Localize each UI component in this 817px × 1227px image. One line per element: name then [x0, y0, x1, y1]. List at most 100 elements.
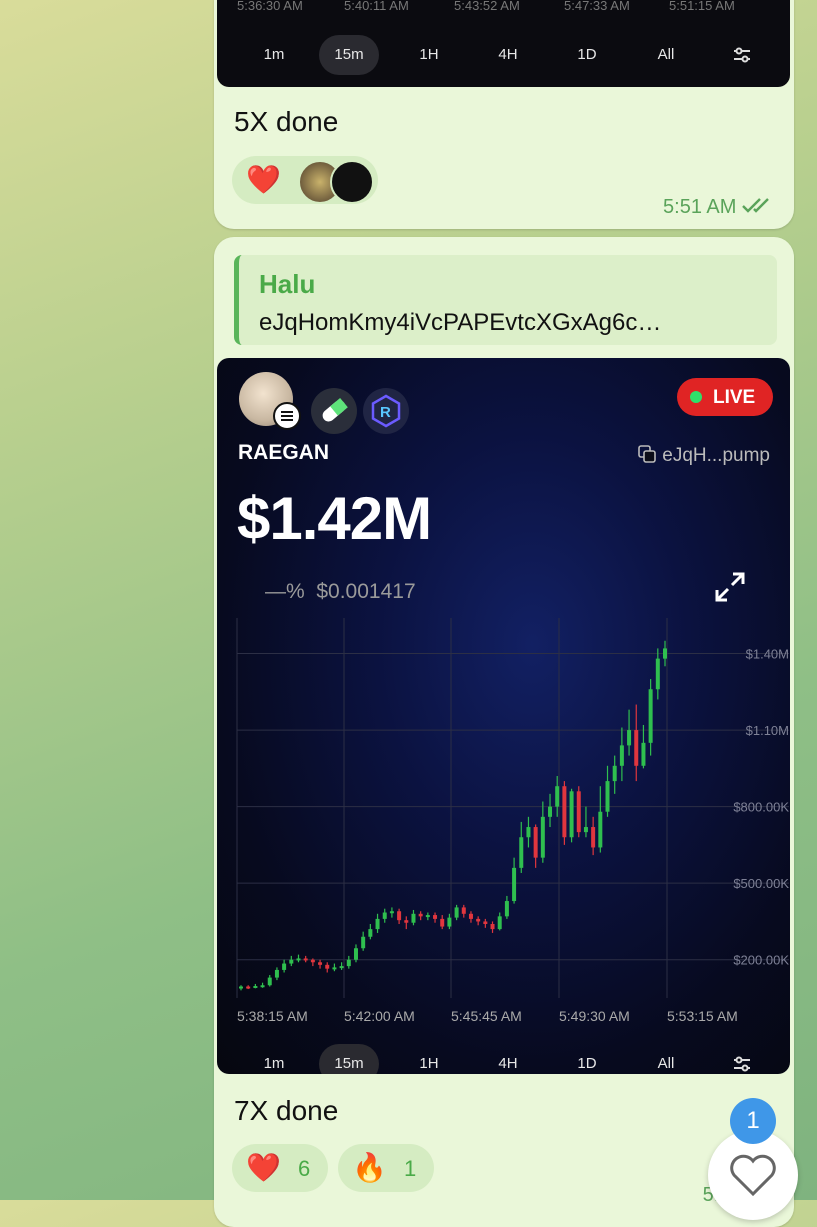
timeframe-1d[interactable]: 1D [557, 35, 617, 75]
candle-body [318, 962, 323, 965]
reply-text: eJqHomKmy4iVcPAPEvtcXGxAg6c… [259, 309, 662, 336]
candle-body [512, 867, 517, 902]
candle-body [490, 924, 495, 930]
timeframe-all[interactable]: All [636, 35, 696, 75]
message-text: 5X done [234, 106, 339, 137]
chart-image-2[interactable]: R LIVE RAEGAN eJqH...pump $1.42M —% $0.0… [217, 358, 790, 1074]
candle-body [246, 986, 251, 989]
chart-image-1[interactable]: 5:36:30 AM 5:40:11 AM 5:43:52 AM 5:47:33… [217, 0, 790, 87]
x-tick-label: 5:42:00 AM [344, 1008, 415, 1024]
reply-quote[interactable]: Halu eJqHomKmy4iVcPAPEvtcXGxAg6c… [234, 255, 777, 345]
candle-body [526, 827, 531, 838]
x-tick: 5:47:33 AM [564, 0, 630, 13]
settings-sliders-icon[interactable] [712, 1044, 772, 1074]
reaction-heart[interactable]: ❤️ [232, 156, 378, 204]
candle-body [267, 977, 272, 986]
candle-body [468, 913, 473, 919]
y-tick-label: $800.00K [733, 800, 789, 815]
candle-body [548, 806, 553, 817]
timeframe-1m[interactable]: 1m [244, 1044, 304, 1074]
message-text: 7X done [234, 1095, 339, 1126]
candlestick-chart: $1.40M $1.10M $800.00K $500.00K $200.00K 5:38… [236, 618, 789, 1024]
timeframe-1h[interactable]: 1H [399, 35, 459, 75]
settings-sliders-icon[interactable] [712, 35, 772, 75]
reactor-avatar-2 [330, 160, 374, 204]
reply-author: Halu [259, 269, 316, 299]
timeframe-15m[interactable]: 15m [319, 35, 379, 75]
candle-body [332, 967, 337, 970]
candle-body [282, 963, 287, 970]
timeframe-4h[interactable]: 4H [478, 1044, 538, 1074]
candle-body [461, 907, 466, 914]
candle-body [634, 730, 639, 766]
candle-body [411, 913, 416, 923]
candle-body [310, 959, 315, 963]
candle-body [368, 929, 373, 937]
reaction-fire[interactable]: 🔥 1 [338, 1144, 434, 1192]
candle-body [627, 730, 632, 746]
fire-emoji-icon: 🔥 [352, 1152, 387, 1183]
timeframe-1m[interactable]: 1m [244, 35, 304, 75]
candle-body [325, 964, 330, 969]
candle-body [569, 791, 574, 838]
candle-body [274, 969, 279, 978]
candle-body [253, 986, 258, 989]
candle-body [404, 920, 409, 923]
double-check-icon [742, 198, 769, 213]
candle-body [598, 811, 603, 848]
candle-body [619, 745, 624, 766]
x-tick-label: 5:38:15 AM [237, 1008, 308, 1024]
unread-badge[interactable]: 1 [730, 1098, 776, 1144]
candle-body [641, 742, 646, 766]
reaction-count: 1 [404, 1156, 417, 1181]
x-tick: 5:36:30 AM [237, 0, 303, 13]
candle-body [260, 985, 265, 988]
timeframe-4h[interactable]: 4H [478, 35, 538, 75]
candle-body [239, 986, 243, 989]
candle-body [612, 765, 617, 782]
candle-body [655, 658, 660, 690]
candle-body [504, 901, 509, 917]
timeframe-15m[interactable]: 15m [319, 1044, 379, 1074]
candle-body [605, 781, 610, 812]
candle-body [540, 816, 545, 858]
candle-body [583, 827, 588, 833]
reaction-heart[interactable]: ❤️ 6 [232, 1144, 328, 1192]
candle-body [533, 827, 538, 858]
candle-body [375, 918, 380, 930]
candle-body [663, 648, 667, 659]
candle-body [476, 918, 481, 922]
message-bubble-2: Halu eJqHomKmy4iVcPAPEvtcXGxAg6c… R LIVE… [214, 237, 794, 1227]
candle-body [648, 689, 653, 743]
candle-body [519, 837, 524, 868]
candle-body [497, 916, 502, 930]
time-text: 5:51 AM [663, 196, 737, 218]
x-tick-label: 5:49:30 AM [559, 1008, 630, 1024]
candle-body [361, 936, 366, 949]
x-axis-labels: 5:36:30 AM 5:40:11 AM 5:43:52 AM 5:47:33… [217, 0, 790, 13]
candle-body [440, 918, 445, 927]
candle-body [454, 907, 459, 918]
timeframe-all[interactable]: All [636, 1044, 696, 1074]
candle-body [353, 948, 358, 960]
candle-body [555, 786, 560, 807]
candle-body [562, 786, 567, 838]
message-time: 5:51 AM [663, 196, 776, 219]
candle-body [303, 958, 308, 961]
candle-body [296, 958, 301, 961]
message-bubble-1: 5:36:30 AM 5:40:11 AM 5:43:52 AM 5:47:33… [214, 0, 794, 229]
candle-body [389, 911, 394, 914]
y-tick-label: $500.00K [733, 876, 789, 891]
x-tick: 5:40:11 AM [344, 0, 409, 13]
candle-body [289, 959, 294, 964]
y-tick-label: $200.00K [733, 953, 789, 968]
candle-body [591, 827, 596, 848]
candle-body [425, 915, 430, 918]
y-tick-label: $1.40M [746, 647, 789, 662]
timeframe-1d[interactable]: 1D [557, 1044, 617, 1074]
reaction-count: 6 [298, 1156, 311, 1181]
heart-emoji-icon: ❤️ [246, 1152, 281, 1183]
x-tick-label: 5:45:45 AM [451, 1008, 522, 1024]
heart-emoji-icon: ❤️ [246, 164, 281, 195]
timeframe-1h[interactable]: 1H [399, 1044, 459, 1074]
